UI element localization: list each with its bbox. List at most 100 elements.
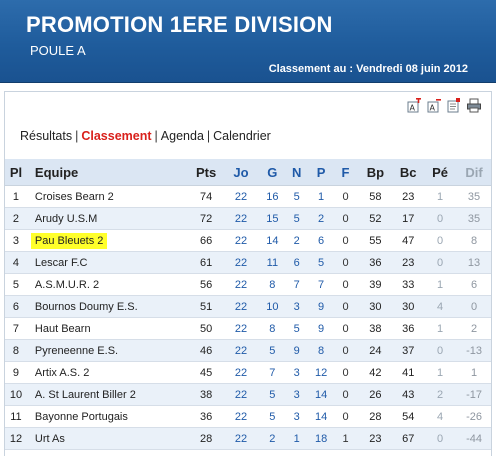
svg-text:A: A bbox=[410, 104, 416, 113]
col-header-dif: Dif bbox=[457, 159, 491, 186]
page-header: PROMOTION 1ERE DIVISION POULE A Classeme… bbox=[0, 0, 496, 83]
cell-pe: 4 bbox=[423, 295, 458, 318]
cell-bc: 67 bbox=[393, 427, 424, 450]
table-row: 8 Pyreneenne E.S. 46 22 5 9 8 0 24 37 0 -13 bbox=[5, 339, 491, 362]
cell-pl: 5 bbox=[5, 273, 27, 296]
cell-g: 15 bbox=[259, 207, 285, 230]
cell-f: 0 bbox=[333, 339, 358, 362]
cell-dif: 8 bbox=[457, 229, 491, 252]
cell-bp: 38 bbox=[357, 317, 394, 340]
cell-pl: 11 bbox=[5, 405, 27, 428]
cell-pe: 1 bbox=[423, 361, 458, 384]
team-name[interactable]: Pyreneenne E.S. bbox=[35, 345, 118, 357]
team-name[interactable]: Arudy U.S.M bbox=[35, 213, 97, 225]
cell-pe: 0 bbox=[423, 251, 458, 274]
cell-g: 11 bbox=[259, 251, 285, 274]
page-subtitle: POULE A bbox=[30, 43, 86, 58]
cell-pts: 56 bbox=[190, 273, 223, 296]
nav-resultats[interactable]: Résultats bbox=[20, 129, 72, 143]
cell-p: 14 bbox=[308, 383, 334, 406]
cell-dif: 6 bbox=[457, 273, 491, 296]
cell-f: 0 bbox=[333, 383, 358, 406]
team-name[interactable]: Bournos Doumy E.S. bbox=[35, 301, 138, 313]
font-increase-icon[interactable]: A bbox=[407, 98, 421, 113]
cell-pe: 1 bbox=[423, 185, 458, 208]
cell-dif: 13 bbox=[457, 251, 491, 274]
cell-jo: 22 bbox=[222, 427, 260, 450]
cell-n: 3 bbox=[284, 361, 309, 384]
team-name[interactable]: Urt As bbox=[35, 433, 65, 445]
font-decrease-icon[interactable]: A bbox=[427, 98, 441, 113]
cell-jo: 22 bbox=[222, 339, 260, 362]
cell-bc: 17 bbox=[393, 207, 424, 230]
team-name[interactable]: Artix A.S. 2 bbox=[35, 367, 89, 379]
cell-team: Urt As bbox=[26, 427, 191, 450]
cell-g: 5 bbox=[259, 405, 285, 428]
print-icon[interactable] bbox=[467, 98, 481, 113]
cell-g: 10 bbox=[259, 295, 285, 318]
cell-dif: -17 bbox=[457, 383, 491, 406]
team-name[interactable]: Pau Bleuets 2 bbox=[30, 232, 108, 249]
cell-team: Artix A.S. 2 bbox=[26, 361, 191, 384]
page-title: PROMOTION 1ERE DIVISION bbox=[26, 12, 333, 37]
cell-bc: 43 bbox=[393, 383, 424, 406]
edit-icon[interactable] bbox=[447, 98, 461, 113]
cell-f: 0 bbox=[333, 273, 358, 296]
nav-separator: | bbox=[206, 129, 211, 143]
team-name[interactable]: Lescar F.C bbox=[35, 257, 88, 269]
cell-p: 18 bbox=[308, 427, 334, 450]
nav-separator: | bbox=[75, 129, 79, 143]
team-name[interactable]: Haut Bearn bbox=[35, 323, 91, 335]
cell-g: 5 bbox=[259, 339, 285, 362]
cell-p: 5 bbox=[308, 251, 334, 274]
cell-g: 8 bbox=[259, 317, 285, 340]
cell-team: A. St Laurent Biller 2 bbox=[26, 383, 191, 406]
team-name[interactable]: A. St Laurent Biller 2 bbox=[35, 389, 136, 401]
cell-p: 1 bbox=[308, 185, 334, 208]
cell-f: 0 bbox=[333, 405, 358, 428]
cell-dif: -13 bbox=[457, 339, 491, 362]
cell-bc: 41 bbox=[393, 361, 424, 384]
table-row: 7 Haut Bearn 50 22 8 5 9 0 38 36 1 2 bbox=[5, 317, 491, 340]
team-name[interactable]: Croises Bearn 2 bbox=[35, 191, 114, 203]
team-name[interactable]: Bayonne Portugais bbox=[35, 411, 128, 423]
cell-pts: 28 bbox=[190, 427, 223, 450]
cell-dif: -44 bbox=[457, 427, 491, 450]
cell-bp: 52 bbox=[357, 207, 394, 230]
cell-p: 6 bbox=[308, 229, 334, 252]
standings-panel: A A Résultats | Classement | Agenda | Calendri… bbox=[4, 91, 492, 456]
cell-pts: 74 bbox=[190, 185, 223, 208]
cell-pts: 72 bbox=[190, 207, 223, 230]
cell-g: 14 bbox=[259, 229, 285, 252]
table-row: 5 A.S.M.U.R. 2 56 22 8 7 7 0 39 33 1 6 bbox=[5, 273, 491, 296]
nav-classement[interactable]: Classement bbox=[81, 129, 151, 143]
cell-dif: 2 bbox=[457, 317, 491, 340]
cell-bc: 37 bbox=[393, 339, 424, 362]
cell-team: Bayonne Portugais bbox=[26, 405, 191, 428]
cell-pl: 9 bbox=[5, 361, 27, 384]
cell-pl: 2 bbox=[5, 207, 27, 230]
cell-jo: 22 bbox=[222, 295, 260, 318]
nav-calendrier[interactable]: Calendrier bbox=[213, 129, 271, 143]
table-row: 9 Artix A.S. 2 45 22 7 3 12 0 42 41 1 1 bbox=[5, 361, 491, 384]
cell-bp: 28 bbox=[357, 405, 394, 428]
table-row: 11 Bayonne Portugais 36 22 5 3 14 0 28 54 4 -26 bbox=[5, 405, 491, 428]
cell-pe: 1 bbox=[423, 317, 458, 340]
cell-n: 7 bbox=[284, 273, 309, 296]
col-header-n: N bbox=[284, 159, 309, 186]
table-row: 6 Bournos Doumy E.S. 51 22 10 3 9 0 30 30 4 0 bbox=[5, 295, 491, 318]
team-name[interactable]: A.S.M.U.R. 2 bbox=[35, 279, 99, 291]
cell-g: 16 bbox=[259, 185, 285, 208]
cell-pts: 66 bbox=[190, 229, 223, 252]
standings-table: Pl Equipe Pts Jo G N P F Bp Bc Pé Dif 1C… bbox=[5, 159, 491, 450]
cell-p: 2 bbox=[308, 207, 334, 230]
ranking-date: Classement au : Vendredi 08 juin 2012 bbox=[268, 63, 468, 75]
table-row: 12 Urt As 28 22 2 1 18 1 23 67 0 -44 bbox=[5, 427, 491, 450]
cell-pe: 0 bbox=[423, 207, 458, 230]
cell-bc: 47 bbox=[393, 229, 424, 252]
cell-jo: 22 bbox=[222, 273, 260, 296]
nav-agenda[interactable]: Agenda bbox=[161, 129, 204, 143]
cell-g: 7 bbox=[259, 361, 285, 384]
cell-pe: 2 bbox=[423, 383, 458, 406]
cell-dif: -26 bbox=[457, 405, 491, 428]
